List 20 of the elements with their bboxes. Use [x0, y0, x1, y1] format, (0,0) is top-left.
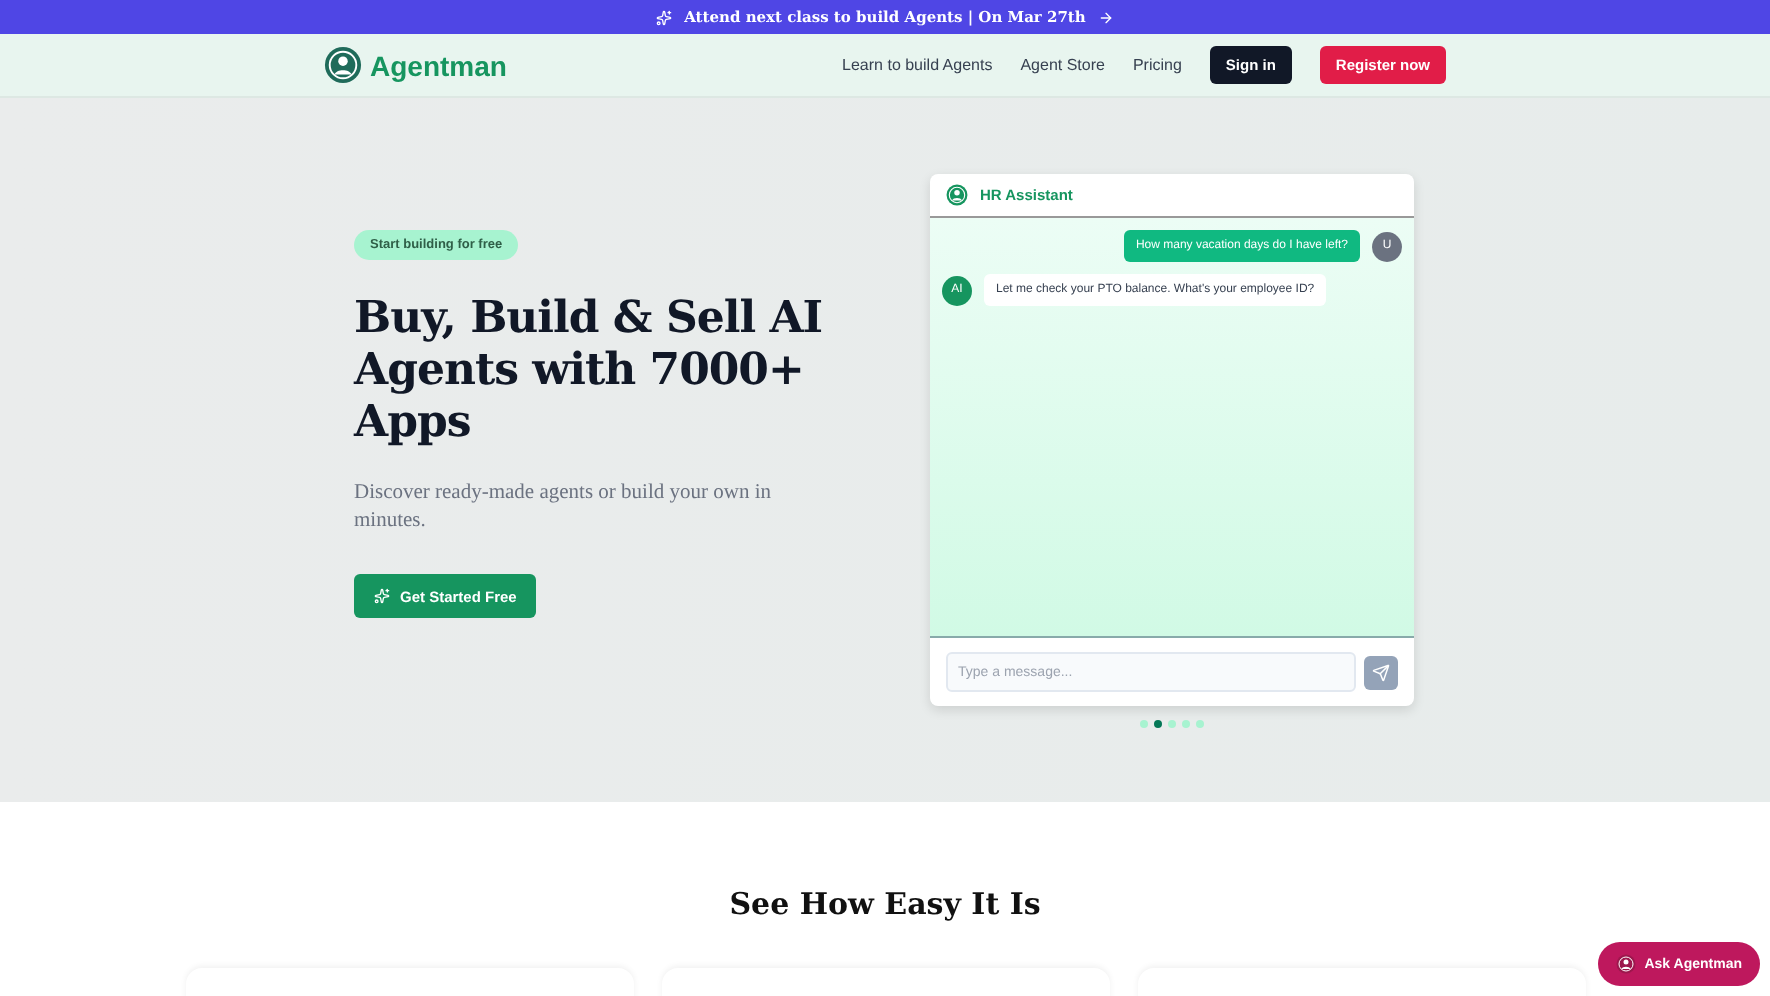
- logo-icon: [324, 46, 362, 84]
- hero-title: Buy, Build & Sell AI Agents with 7000+ Apps: [354, 292, 825, 448]
- send-button[interactable]: [1364, 655, 1398, 689]
- nav-link[interactable]: Agent Store: [1020, 56, 1105, 74]
- section-title: See How Easy It Is: [729, 886, 1041, 922]
- logo-icon: [1616, 954, 1637, 974]
- nav-link[interactable]: Pricing: [1132, 56, 1182, 74]
- carousel-dot[interactable]: [1154, 720, 1162, 728]
- carousel-dot[interactable]: [1140, 720, 1148, 728]
- brand-name[interactable]: Agentman: [370, 49, 507, 81]
- send-icon: [1372, 663, 1390, 681]
- sparkle-icon: [656, 9, 673, 25]
- carousel-dot[interactable]: [1182, 720, 1190, 728]
- logo-icon: [946, 184, 968, 206]
- nav-link[interactable]: Learn to build Agents: [842, 56, 993, 74]
- carousel-dot[interactable]: [1168, 720, 1176, 728]
- carousel-dot[interactable]: [1196, 720, 1204, 728]
- hero-subtitle: Discover ready-made agents or build your own in minutes.: [354, 480, 773, 536]
- sparkle-icon: [374, 588, 390, 604]
- arrow-icon: [1097, 9, 1114, 25]
